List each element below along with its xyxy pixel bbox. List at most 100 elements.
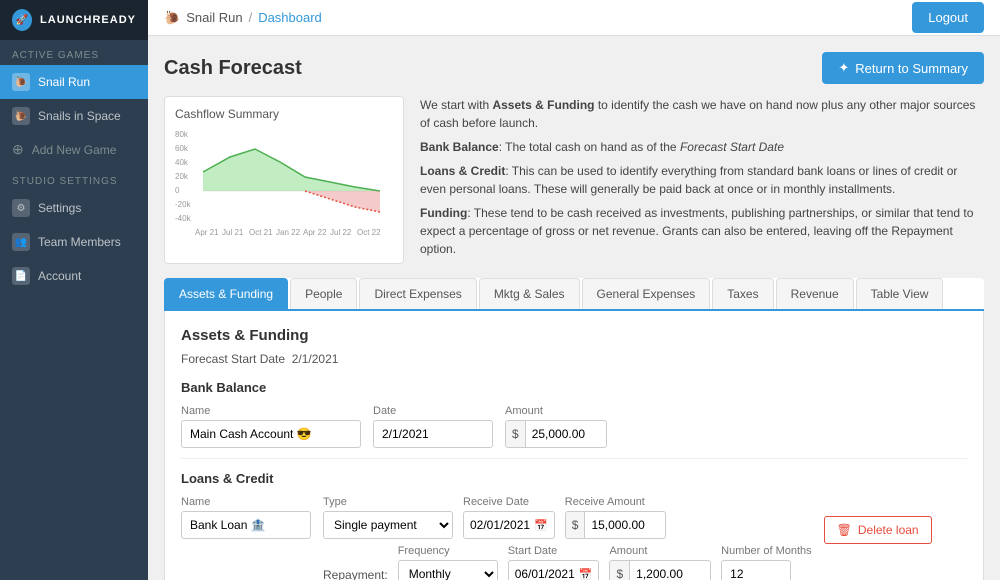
panel-title: Assets & Funding <box>181 327 967 344</box>
sidebar-item-account[interactable]: 📄 Account <box>0 259 148 293</box>
calendar-icon[interactable]: 📅 <box>534 519 548 532</box>
info-p4-text: : These tend to be cash received as inve… <box>420 206 973 256</box>
bank-name-input[interactable] <box>181 420 361 448</box>
svg-text:-40k: -40k <box>175 214 192 223</box>
delete-loan-label: Delete loan <box>858 523 919 537</box>
loan-name-label: Name <box>181 496 311 508</box>
tab-revenue[interactable]: Revenue <box>776 278 854 309</box>
loan-receive-date-field: Receive Date 02/01/2021 📅 <box>463 496 555 539</box>
loan-receive-amount-field: Receive Amount $ <box>565 496 667 539</box>
breadcrumb-dashboard[interactable]: Dashboard <box>258 10 322 25</box>
svg-text:Oct 21: Oct 21 <box>249 228 273 237</box>
active-games-label: ACTIVE GAMES <box>0 40 148 65</box>
return-to-summary-button[interactable]: ✦ Return to Summary <box>822 52 984 84</box>
tab-general-expenses[interactable]: General Expenses <box>582 278 711 309</box>
tab-taxes[interactable]: Taxes <box>712 278 773 309</box>
logo-icon: 🚀 <box>12 9 32 31</box>
sidebar-item-label: Snail Run <box>38 75 90 89</box>
tab-mktg-sales[interactable]: Mktg & Sales <box>479 278 580 309</box>
bank-date-label: Date <box>373 405 493 417</box>
sidebar-item-label-2: Snails in Space <box>38 109 121 123</box>
start-date-label: Start Date <box>508 545 600 557</box>
sidebar-item-account-label: Account <box>38 269 81 283</box>
loan-receive-amount-input[interactable] <box>585 512 665 538</box>
info-p2-label: Bank Balance <box>420 140 499 154</box>
breadcrumb-snail-run: Snail Run <box>186 10 242 25</box>
start-calendar-icon[interactable]: 📅 <box>579 568 593 580</box>
info-p1-bold: Assets & Funding <box>492 98 594 112</box>
loans-section: Loans & Credit Name Type Singl <box>181 458 967 580</box>
info-p4-label: Funding <box>420 206 467 220</box>
num-months-label: Number of Months <box>721 545 811 557</box>
bank-amount-wrap: $ <box>505 420 607 448</box>
svg-text:60k: 60k <box>175 144 189 153</box>
bank-amount-label: Amount <box>505 405 607 417</box>
plus-icon: ⊕ <box>12 141 24 158</box>
sidebar-item-settings-label: Settings <box>38 201 81 215</box>
start-date-wrap: 06/01/2021 📅 <box>508 560 600 580</box>
tab-people[interactable]: People <box>290 278 357 309</box>
info-p3-label: Loans & Credit <box>420 164 505 178</box>
svg-text:Apr 21: Apr 21 <box>195 228 219 237</box>
repay-amount-prefix: $ <box>610 561 630 580</box>
receive-amount-prefix: $ <box>566 512 586 538</box>
bank-amount-field: Amount $ <box>505 405 607 448</box>
sidebar-item-snails-in-space[interactable]: 🐌 Snails in Space <box>0 99 148 133</box>
loan-type-select[interactable]: Single payment Installments <box>323 511 453 539</box>
top-section: Cashflow Summary 80k 60k 40k 20k 0 -20k … <box>164 96 984 264</box>
breadcrumb-app: 🐌 <box>164 10 180 26</box>
num-months-input[interactable] <box>721 560 791 580</box>
svg-text:-20k: -20k <box>175 200 192 209</box>
svg-text:40k: 40k <box>175 158 189 167</box>
delete-loan-button[interactable]: 🗑 Delete loan <box>824 516 932 544</box>
sidebar-item-team-members[interactable]: 👥 Team Members <box>0 225 148 259</box>
tabs: Assets & Funding People Direct Expenses … <box>164 278 984 311</box>
add-new-game[interactable]: ⊕ Add New Game <box>0 133 148 166</box>
svg-text:Apr 22: Apr 22 <box>303 228 327 237</box>
tab-direct-expenses[interactable]: Direct Expenses <box>359 278 476 309</box>
bank-amount-prefix: $ <box>506 421 526 447</box>
game-icon: 🐌 <box>12 73 30 91</box>
frequency-select[interactable]: Monthly Quarterly Annually <box>398 560 498 580</box>
loan-type-label: Type <box>323 496 453 508</box>
info-p2-italic: Forecast Start Date <box>680 140 784 154</box>
repay-amount-label: Amount <box>609 545 711 557</box>
bank-amount-input[interactable] <box>526 421 606 447</box>
bank-name-label: Name <box>181 405 361 417</box>
logout-button[interactable]: Logout <box>912 2 984 33</box>
bank-date-input[interactable] <box>373 420 493 448</box>
frequency-label: Frequency <box>398 545 498 557</box>
content-header: Cash Forecast ✦ Return to Summary <box>164 52 984 84</box>
bank-balance-row: Name Date Amount $ <box>181 405 967 448</box>
repay-amount-field: Amount $ <box>609 545 711 580</box>
loans-row: Name Type Single payment Installments <box>181 496 967 580</box>
svg-text:80k: 80k <box>175 130 189 139</box>
sidebar-item-settings[interactable]: ⚙ Settings <box>0 191 148 225</box>
trash-icon: 🗑 <box>837 523 852 537</box>
loan-type-field: Type Single payment Installments <box>323 496 453 539</box>
loan-name-input[interactable] <box>181 511 311 539</box>
panel: Assets & Funding Forecast Start Date 2/1… <box>164 311 984 580</box>
studio-settings-label: STUDIO SETTINGS <box>0 166 148 191</box>
add-game-label: Add New Game <box>32 143 117 157</box>
loan-receive-date-label: Receive Date <box>463 496 555 508</box>
sidebar-item-snail-run[interactable]: 🐌 Snail Run <box>0 65 148 99</box>
account-icon: 📄 <box>12 267 30 285</box>
bank-balance-title: Bank Balance <box>181 380 967 395</box>
info-p4: Funding: These tend to be cash received … <box>420 204 984 258</box>
tab-table-view[interactable]: Table View <box>856 278 944 309</box>
repay-amount-wrap: $ <box>609 560 711 580</box>
game-icon-2: 🐌 <box>12 107 30 125</box>
loan-top-row: Type Single payment Installments Receive… <box>323 496 812 539</box>
info-p2: Bank Balance: The total cash on hand as … <box>420 138 984 156</box>
repayment-label: Repayment: <box>323 568 388 580</box>
repay-amount-input[interactable] <box>630 561 710 580</box>
bank-name-field: Name <box>181 405 361 448</box>
receive-date-value: 02/01/2021 <box>470 518 530 532</box>
info-p1: We start with Assets & Funding to identi… <box>420 96 984 132</box>
svg-text:Jul 21: Jul 21 <box>222 228 244 237</box>
forecast-date-value: 2/1/2021 <box>292 352 339 366</box>
start-date-field: Start Date 06/01/2021 📅 <box>508 545 600 580</box>
tab-assets-funding[interactable]: Assets & Funding <box>164 278 288 309</box>
svg-text:Oct 22: Oct 22 <box>357 228 381 237</box>
